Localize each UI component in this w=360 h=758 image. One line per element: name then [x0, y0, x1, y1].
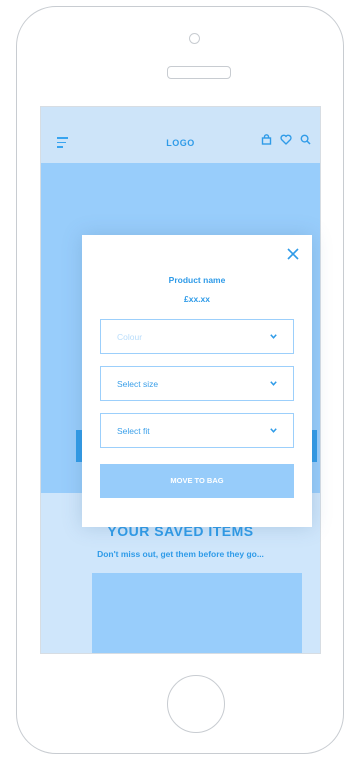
- search-icon[interactable]: [300, 134, 311, 145]
- home-button[interactable]: [167, 675, 225, 733]
- bag-icon[interactable]: [261, 134, 272, 145]
- chevron-down-icon: [270, 334, 277, 339]
- top-bar: LOGO: [41, 107, 320, 163]
- close-icon[interactable]: [286, 247, 300, 261]
- colour-select[interactable]: Colour: [100, 319, 294, 354]
- saved-items-subtitle: Don't miss out, get them before they go.…: [97, 549, 264, 559]
- colour-select-label: Colour: [117, 332, 143, 342]
- size-select[interactable]: Select size: [100, 366, 294, 401]
- chevron-down-icon: [270, 428, 277, 433]
- heart-icon[interactable]: [280, 134, 292, 145]
- speaker-grille: [167, 66, 231, 79]
- fit-select-label: Select fit: [117, 426, 150, 436]
- chevron-down-icon: [270, 381, 277, 386]
- camera-icon: [189, 33, 200, 44]
- move-to-bag-modal: Product name £xx.xx Colour Select size S…: [82, 235, 312, 527]
- fit-select[interactable]: Select fit: [100, 413, 294, 448]
- product-name: Product name: [168, 275, 226, 285]
- size-select-label: Select size: [117, 379, 159, 389]
- saved-item-card[interactable]: [92, 573, 302, 653]
- move-to-bag-button[interactable]: MOVE TO BAG: [100, 464, 294, 498]
- product-price: £xx.xx: [184, 294, 210, 304]
